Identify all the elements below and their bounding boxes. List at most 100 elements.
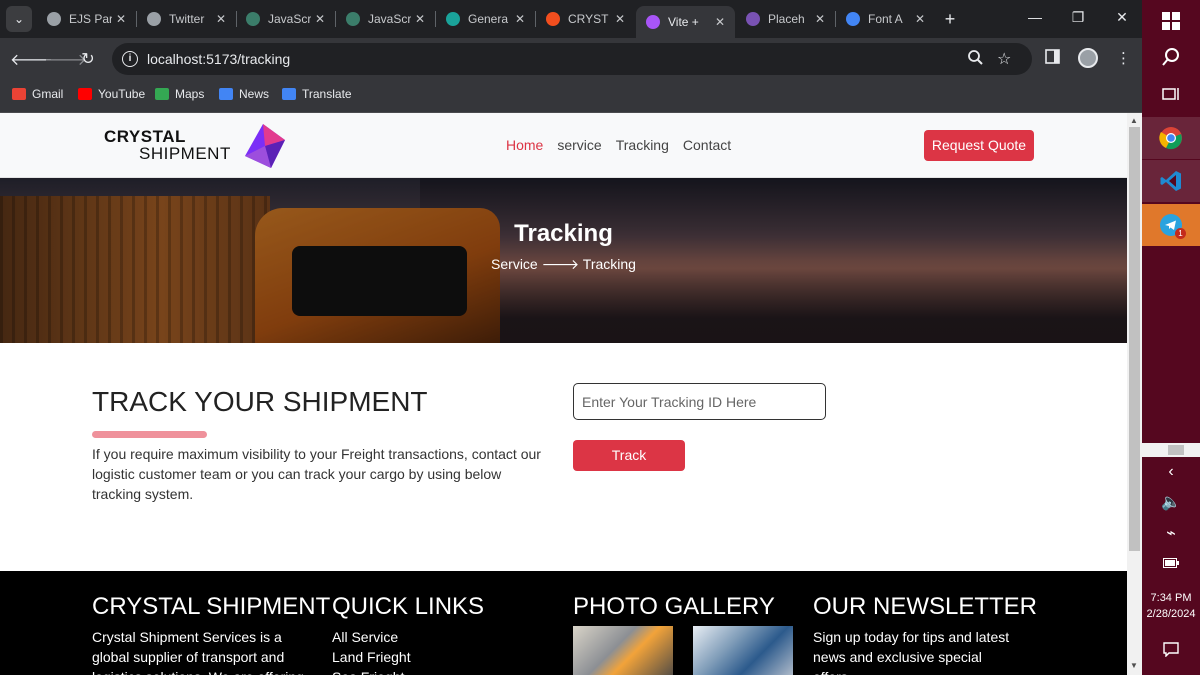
window-close-icon[interactable]: ✕ bbox=[1112, 9, 1132, 26]
tab-label: Font A bbox=[868, 12, 903, 26]
gallery-photo-worker[interactable] bbox=[573, 626, 673, 675]
nav-service[interactable]: service bbox=[557, 137, 601, 153]
browser-tab[interactable]: Placeh ✕ bbox=[736, 4, 835, 34]
track-heading: TRACK YOUR SHIPMENT bbox=[92, 386, 428, 417]
track-description: If you require maximum visibility to you… bbox=[92, 446, 541, 502]
forward-icon[interactable]: 🡒 bbox=[44, 49, 87, 70]
gear-icon bbox=[47, 12, 61, 26]
heading-underline bbox=[92, 431, 207, 438]
bookmark-translate[interactable]: Translate bbox=[282, 87, 352, 101]
browser-tab[interactable]: JavaScr ✕ bbox=[336, 4, 435, 34]
minimize-icon[interactable]: — bbox=[1025, 9, 1045, 25]
footer-link-sea-freight[interactable]: Sea Frieght bbox=[332, 667, 532, 675]
battery-icon[interactable] bbox=[1142, 542, 1200, 584]
tab-close-icon[interactable]: ✕ bbox=[611, 12, 629, 26]
tab-label: CRYST bbox=[568, 12, 609, 26]
nav-tracking[interactable]: Tracking bbox=[616, 137, 669, 153]
tab-label: Twitter bbox=[169, 12, 205, 26]
gmail-icon bbox=[12, 88, 26, 100]
vite-icon bbox=[646, 15, 660, 29]
footer-newsletter-title: OUR NEWSLETTER bbox=[813, 593, 1038, 620]
site-logo[interactable]: CRYSTAL SHIPMENT bbox=[104, 128, 231, 162]
figma-icon bbox=[546, 12, 560, 26]
bootstrap-icon bbox=[746, 12, 760, 26]
browser-toolbar: 🡐 🡒 ↻ i localhost:5173/tracking ☆ ⋮ bbox=[0, 38, 1142, 80]
tab-close-icon[interactable]: ✕ bbox=[511, 12, 529, 26]
breadcrumb-service[interactable]: Service bbox=[491, 256, 538, 272]
browser-tab[interactable]: Genera ✕ bbox=[436, 4, 535, 34]
search-icon[interactable] bbox=[1142, 36, 1200, 78]
page-scrollbar[interactable]: ▲ ▼ bbox=[1127, 113, 1142, 675]
browser-tab[interactable]: Twitter ✕ bbox=[137, 4, 236, 34]
telegram-taskbar-icon[interactable]: 1 bbox=[1142, 204, 1200, 246]
tab-label: Vite + bbox=[668, 15, 699, 29]
bookmark-youtube[interactable]: YouTube bbox=[78, 87, 145, 101]
breadcrumb: Service 🡒 Tracking bbox=[0, 256, 1127, 273]
logo-gem-icon bbox=[241, 124, 287, 173]
tab-label: Genera bbox=[468, 12, 509, 26]
restore-icon[interactable]: ❐ bbox=[1068, 9, 1088, 26]
footer-links-title: QUICK LINKS bbox=[332, 593, 485, 620]
side-panel-icon[interactable] bbox=[1045, 49, 1060, 68]
bookmark-maps[interactable]: Maps bbox=[155, 87, 204, 101]
vscode-taskbar-icon[interactable] bbox=[1142, 160, 1200, 202]
tab-search-button[interactable]: ⌄ bbox=[6, 6, 32, 32]
task-view-icon[interactable] bbox=[1142, 73, 1200, 115]
browser-tab[interactable]: CRYST ✕ bbox=[536, 4, 635, 34]
browser-tab[interactable]: EJS Par ✕ bbox=[37, 4, 136, 34]
openai-icon bbox=[246, 12, 260, 26]
url-text[interactable]: localhost:5173/tracking bbox=[147, 51, 290, 67]
bookmark-label: YouTube bbox=[98, 87, 146, 101]
track-button[interactable]: Track bbox=[573, 440, 685, 471]
site-info-icon[interactable]: i bbox=[122, 51, 138, 67]
new-tab-button[interactable]: + bbox=[940, 9, 960, 30]
tab-close-icon[interactable]: ✕ bbox=[311, 12, 329, 26]
tab-close-icon[interactable]: ✕ bbox=[212, 12, 230, 26]
site-footer: CRYSTAL SHIPMENT Crystal Shipment Servic… bbox=[0, 571, 1127, 675]
footer-about: CRYSTAL SHIPMENT Crystal Shipment Servic… bbox=[92, 593, 331, 675]
footer-gallery-title: PHOTO GALLERY bbox=[573, 593, 775, 620]
profile-avatar[interactable] bbox=[1078, 48, 1098, 68]
hero-banner: Tracking Service 🡒 Tracking bbox=[0, 178, 1127, 343]
request-quote-button[interactable]: Request Quote bbox=[924, 130, 1034, 161]
footer-gallery: PHOTO GALLERY bbox=[573, 593, 803, 621]
tab-close-icon[interactable]: ✕ bbox=[811, 12, 829, 26]
bookmark-star-icon[interactable]: ☆ bbox=[997, 49, 1011, 69]
back-icon[interactable]: 🡐 bbox=[10, 49, 53, 70]
address-bar[interactable]: i localhost:5173/tracking ☆ bbox=[112, 43, 1032, 75]
browser-tab[interactable]: Font A ✕ bbox=[836, 4, 935, 34]
bookmark-gmail[interactable]: Gmail bbox=[12, 87, 63, 101]
footer-link-all-service[interactable]: All Service bbox=[332, 627, 532, 647]
browser-menu-icon[interactable]: ⋮ bbox=[1116, 49, 1131, 67]
taskbar-scrollbar[interactable] bbox=[1142, 443, 1200, 457]
scroll-up-icon[interactable]: ▲ bbox=[1130, 116, 1138, 125]
zoom-icon[interactable] bbox=[967, 49, 984, 71]
nav-contact[interactable]: Contact bbox=[683, 137, 731, 153]
tab-close-icon[interactable]: ✕ bbox=[711, 15, 729, 29]
bookmark-news[interactable]: News bbox=[219, 87, 269, 101]
chrome-taskbar-icon[interactable] bbox=[1142, 117, 1200, 159]
clock[interactable]: 7:34 PM 2/28/2024 bbox=[1142, 590, 1200, 622]
notifications-icon[interactable] bbox=[1142, 628, 1200, 670]
tab-close-icon[interactable]: ✕ bbox=[411, 12, 429, 26]
tab-label: EJS Par bbox=[69, 12, 112, 26]
tracking-id-input[interactable] bbox=[573, 383, 826, 420]
footer-quick-links: QUICK LINKS All Service Land Frieght Sea… bbox=[332, 593, 532, 675]
footer-about-title: CRYSTAL SHIPMENT bbox=[92, 593, 331, 620]
scroll-down-icon[interactable]: ▼ bbox=[1130, 661, 1138, 670]
site-navbar: CRYSTAL SHIPMENT Home service Tracking C… bbox=[0, 113, 1127, 178]
reload-icon[interactable]: ↻ bbox=[78, 49, 98, 69]
gallery-photo-boxes[interactable] bbox=[693, 626, 793, 675]
tab-close-icon[interactable]: ✕ bbox=[911, 12, 929, 26]
browser-tab[interactable]: Vite + ✕ bbox=[636, 6, 735, 38]
bookmark-label: News bbox=[239, 87, 270, 101]
browser-tab[interactable]: JavaScr ✕ bbox=[236, 4, 335, 34]
bookmark-label: Maps bbox=[175, 87, 205, 101]
nav-home[interactable]: Home bbox=[506, 137, 543, 153]
tab-close-icon[interactable]: ✕ bbox=[112, 12, 130, 26]
bookmark-label: Gmail bbox=[32, 87, 64, 101]
site-nav: Home service Tracking Contact bbox=[506, 137, 731, 153]
footer-link-land-freight[interactable]: Land Frieght bbox=[332, 647, 532, 667]
logo-line-2: SHIPMENT bbox=[139, 144, 231, 163]
scroll-thumb[interactable] bbox=[1129, 127, 1140, 551]
